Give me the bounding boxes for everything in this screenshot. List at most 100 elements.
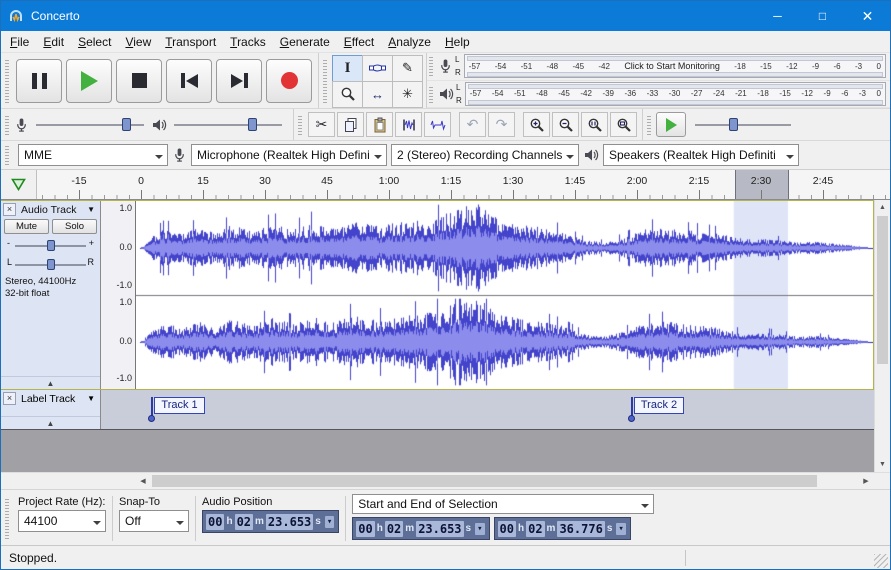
- silence-audio-button[interactable]: [424, 112, 451, 137]
- minimize-button[interactable]: ─: [755, 1, 800, 31]
- selection-toolbar-grip[interactable]: [5, 498, 9, 539]
- draw-tool-button[interactable]: ✎: [392, 54, 423, 82]
- skip-to-end-button[interactable]: [216, 58, 262, 103]
- time-field-arrow-icon[interactable]: ▾: [616, 522, 626, 535]
- skip-to-start-button[interactable]: [166, 58, 212, 103]
- envelope-tool-button[interactable]: [362, 54, 393, 82]
- play-speed-slider[interactable]: [695, 116, 791, 134]
- scroll-right-arrow-icon[interactable]: ▶: [858, 473, 874, 489]
- time-digits[interactable]: 36.776: [557, 520, 605, 537]
- edit-toolbar-grip[interactable]: [298, 114, 302, 135]
- menu-edit[interactable]: Edit: [36, 32, 71, 52]
- waveform-area[interactable]: [136, 201, 873, 389]
- quickplay-button[interactable]: [1, 170, 37, 199]
- mixer-toolbar-grip[interactable]: [5, 114, 9, 135]
- playback-volume-slider[interactable]: [174, 116, 282, 134]
- scroll-down-arrow-icon[interactable]: ▼: [875, 457, 890, 472]
- time-unit[interactable]: m: [405, 523, 414, 534]
- menu-file[interactable]: File: [3, 32, 36, 52]
- zoom-tool-button[interactable]: [332, 80, 363, 108]
- play-speed-thumb[interactable]: [729, 117, 738, 131]
- close-button[interactable]: ✕: [845, 1, 890, 31]
- monitoring-message[interactable]: Click to Start Monitoring: [624, 61, 720, 71]
- fit-project-button[interactable]: [610, 112, 637, 137]
- menu-tracks[interactable]: Tracks: [223, 32, 273, 52]
- label-flag[interactable]: Track 2: [627, 397, 685, 422]
- time-digits[interactable]: 23.653: [265, 513, 314, 530]
- recording-volume-slider[interactable]: [36, 116, 144, 134]
- label-track-menu-button[interactable]: Label Track ▼: [18, 392, 98, 406]
- pan-thumb[interactable]: [46, 259, 55, 270]
- play-at-speed-button[interactable]: [656, 112, 686, 137]
- time-field-arrow-icon[interactable]: ▾: [324, 515, 335, 528]
- time-unit[interactable]: h: [518, 523, 524, 534]
- trim-audio-button[interactable]: [395, 112, 422, 137]
- audio-host-select[interactable]: MME: [18, 144, 168, 166]
- time-digits[interactable]: 00: [206, 513, 225, 530]
- titlebar[interactable]: Concerto ─ □ ✕: [1, 1, 890, 31]
- time-unit[interactable]: s: [607, 523, 613, 534]
- time-unit[interactable]: m: [255, 516, 264, 527]
- timeline-ruler[interactable]: -15 0 15 30 45 1:00 1:15 1:30 1:45 2:00 2:15 2:30 2:…: [37, 170, 890, 199]
- time-field-arrow-icon[interactable]: ▾: [475, 522, 485, 535]
- horizontal-scrollbar[interactable]: ◀ ▶: [135, 473, 874, 489]
- time-digits[interactable]: 02: [234, 513, 254, 530]
- playback-meter-grip[interactable]: [429, 84, 433, 103]
- label-track-close-button[interactable]: ×: [3, 392, 16, 405]
- maximize-button[interactable]: □: [800, 1, 845, 31]
- time-unit[interactable]: h: [377, 523, 383, 534]
- gain-slider[interactable]: - +: [7, 237, 94, 254]
- menu-transport[interactable]: Transport: [158, 32, 223, 52]
- audio-track-close-button[interactable]: ×: [3, 203, 16, 216]
- playback-meter[interactable]: -57 -54 -51 -48 -45 -42 -39 -36 -33 -30 -27 -24 -21-…: [464, 81, 886, 106]
- time-unit[interactable]: s: [466, 523, 472, 534]
- menu-effect[interactable]: Effect: [337, 32, 381, 52]
- scroll-up-arrow-icon[interactable]: ▲: [875, 200, 890, 215]
- selection-mode-select[interactable]: Start and End of Selection: [352, 494, 655, 514]
- record-button[interactable]: [266, 58, 312, 103]
- recording-device-select[interactable]: Microphone (Realtek High Defini: [191, 144, 387, 166]
- device-toolbar-grip[interactable]: [5, 145, 9, 165]
- selection-tool-button[interactable]: I: [332, 54, 363, 82]
- label-track-content[interactable]: Track 1 Track 2: [101, 390, 874, 429]
- menu-view[interactable]: View: [118, 32, 158, 52]
- project-rate-select[interactable]: 44100: [18, 510, 106, 532]
- multi-tool-button[interactable]: ✳: [392, 80, 423, 108]
- label-text[interactable]: Track 2: [633, 397, 685, 414]
- tools-toolbar-grip[interactable]: [323, 58, 327, 103]
- fit-selection-button[interactable]: [581, 112, 608, 137]
- copy-button[interactable]: [337, 112, 364, 137]
- time-unit[interactable]: m: [547, 523, 556, 534]
- selection-start-field[interactable]: 00 h 02 m 23.653 s ▾: [352, 517, 490, 540]
- horizontal-scroll-track[interactable]: [151, 473, 858, 489]
- recording-channels-select[interactable]: 2 (Stereo) Recording Channels: [391, 144, 579, 166]
- vertical-scrollbar[interactable]: ▲ ▼: [874, 200, 890, 472]
- playback-volume-thumb[interactable]: [248, 117, 257, 131]
- zoom-out-button[interactable]: [552, 112, 579, 137]
- label-text[interactable]: Track 1: [154, 397, 205, 414]
- solo-button[interactable]: Solo: [52, 219, 97, 234]
- vertical-scale-ruler[interactable]: 1.0 0.0 -1.0 1.0 0.0 -1.0: [101, 201, 136, 389]
- stop-button[interactable]: [116, 58, 162, 103]
- play-at-speed-grip[interactable]: [647, 114, 651, 135]
- paste-button[interactable]: [366, 112, 393, 137]
- time-shift-tool-button[interactable]: ↔: [362, 80, 393, 108]
- cut-button[interactable]: ✂: [308, 112, 335, 137]
- undo-button[interactable]: ↶: [459, 112, 486, 137]
- label-handle[interactable]: [148, 415, 156, 422]
- scroll-left-arrow-icon[interactable]: ◀: [135, 473, 151, 489]
- waveform-canvas[interactable]: [136, 201, 873, 389]
- selection-end-field[interactable]: 00 h 02 m 36.776 s ▾: [493, 517, 631, 540]
- label-track-collapse-button[interactable]: ▲: [1, 416, 100, 429]
- time-digits[interactable]: 02: [384, 520, 404, 537]
- menu-generate[interactable]: Generate: [273, 32, 337, 52]
- recording-meter[interactable]: -57 -54 -51 -48 -45 -42 Click to Start Monitor…: [463, 54, 886, 79]
- label-flag[interactable]: Track 1: [148, 397, 205, 422]
- gain-thumb[interactable]: [46, 240, 55, 251]
- vertical-scroll-track[interactable]: [875, 215, 890, 457]
- redo-button[interactable]: ↷: [488, 112, 515, 137]
- menu-help[interactable]: Help: [438, 32, 477, 52]
- label-handle[interactable]: [627, 415, 635, 422]
- pause-button[interactable]: [16, 58, 62, 103]
- recording-volume-thumb[interactable]: [122, 117, 131, 131]
